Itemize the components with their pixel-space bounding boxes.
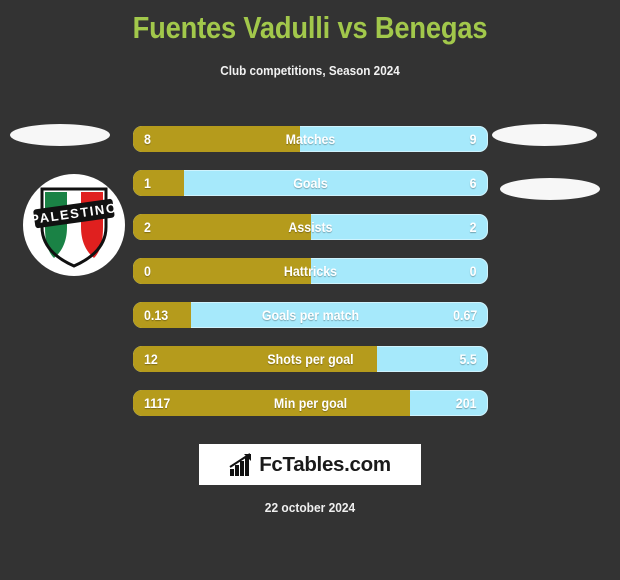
stat-value-away: 0 <box>470 264 477 279</box>
player-photo-placeholder-right-2 <box>500 178 600 200</box>
club-crest-palestino: PALESTINO <box>22 173 126 277</box>
stat-row: 12 Shots per goal 5.5 <box>133 346 488 372</box>
player-photo-placeholder-right-1 <box>492 124 597 146</box>
stat-row: 1 Goals 6 <box>133 170 488 196</box>
stat-label: Min per goal <box>273 396 348 411</box>
stat-value-away: 6 <box>470 176 477 191</box>
report-date: 22 october 2024 <box>264 500 356 515</box>
stat-label: Matches <box>285 132 336 147</box>
bar-chart-icon <box>229 452 252 476</box>
stat-label: Hattricks <box>283 264 338 279</box>
stat-value-away: 9 <box>470 132 477 147</box>
stat-row: 0.13 Goals per match 0.67 <box>133 302 488 328</box>
stat-row: 0 Hattricks 0 <box>133 258 488 284</box>
stat-row: 1117 Min per goal 201 <box>133 390 488 416</box>
player-photo-placeholder-left <box>10 124 110 146</box>
stat-row: 2 Assists 2 <box>133 214 488 240</box>
stat-value-away: 2 <box>470 220 477 235</box>
stat-value-away: 0.67 <box>452 308 477 323</box>
stat-row: 8 Matches 9 <box>133 126 488 152</box>
stat-value-away: 5.5 <box>459 352 477 367</box>
stats-comparison-page: Fuentes Vadulli vs Benegas Club competit… <box>0 0 620 580</box>
stat-label: Shots per goal <box>267 352 354 367</box>
stats-bar-list: 8 Matches 9 1 Goals 6 2 Assists 2 0 Hattricks 0 0.13… <box>133 126 488 434</box>
stat-label: Goals per match <box>261 308 360 323</box>
page-subtitle: Club competitions, Season 2024 <box>220 63 400 78</box>
crest-svg: PALESTINO <box>23 174 125 276</box>
fctables-logo[interactable]: FcTables.com <box>199 444 421 485</box>
stat-label: Goals <box>293 176 328 191</box>
page-title: Fuentes Vadulli vs Benegas <box>132 10 488 45</box>
stat-value-away: 201 <box>456 396 477 411</box>
fctables-logo-text: FcTables.com <box>259 452 391 476</box>
stat-label: Assists <box>288 220 333 235</box>
